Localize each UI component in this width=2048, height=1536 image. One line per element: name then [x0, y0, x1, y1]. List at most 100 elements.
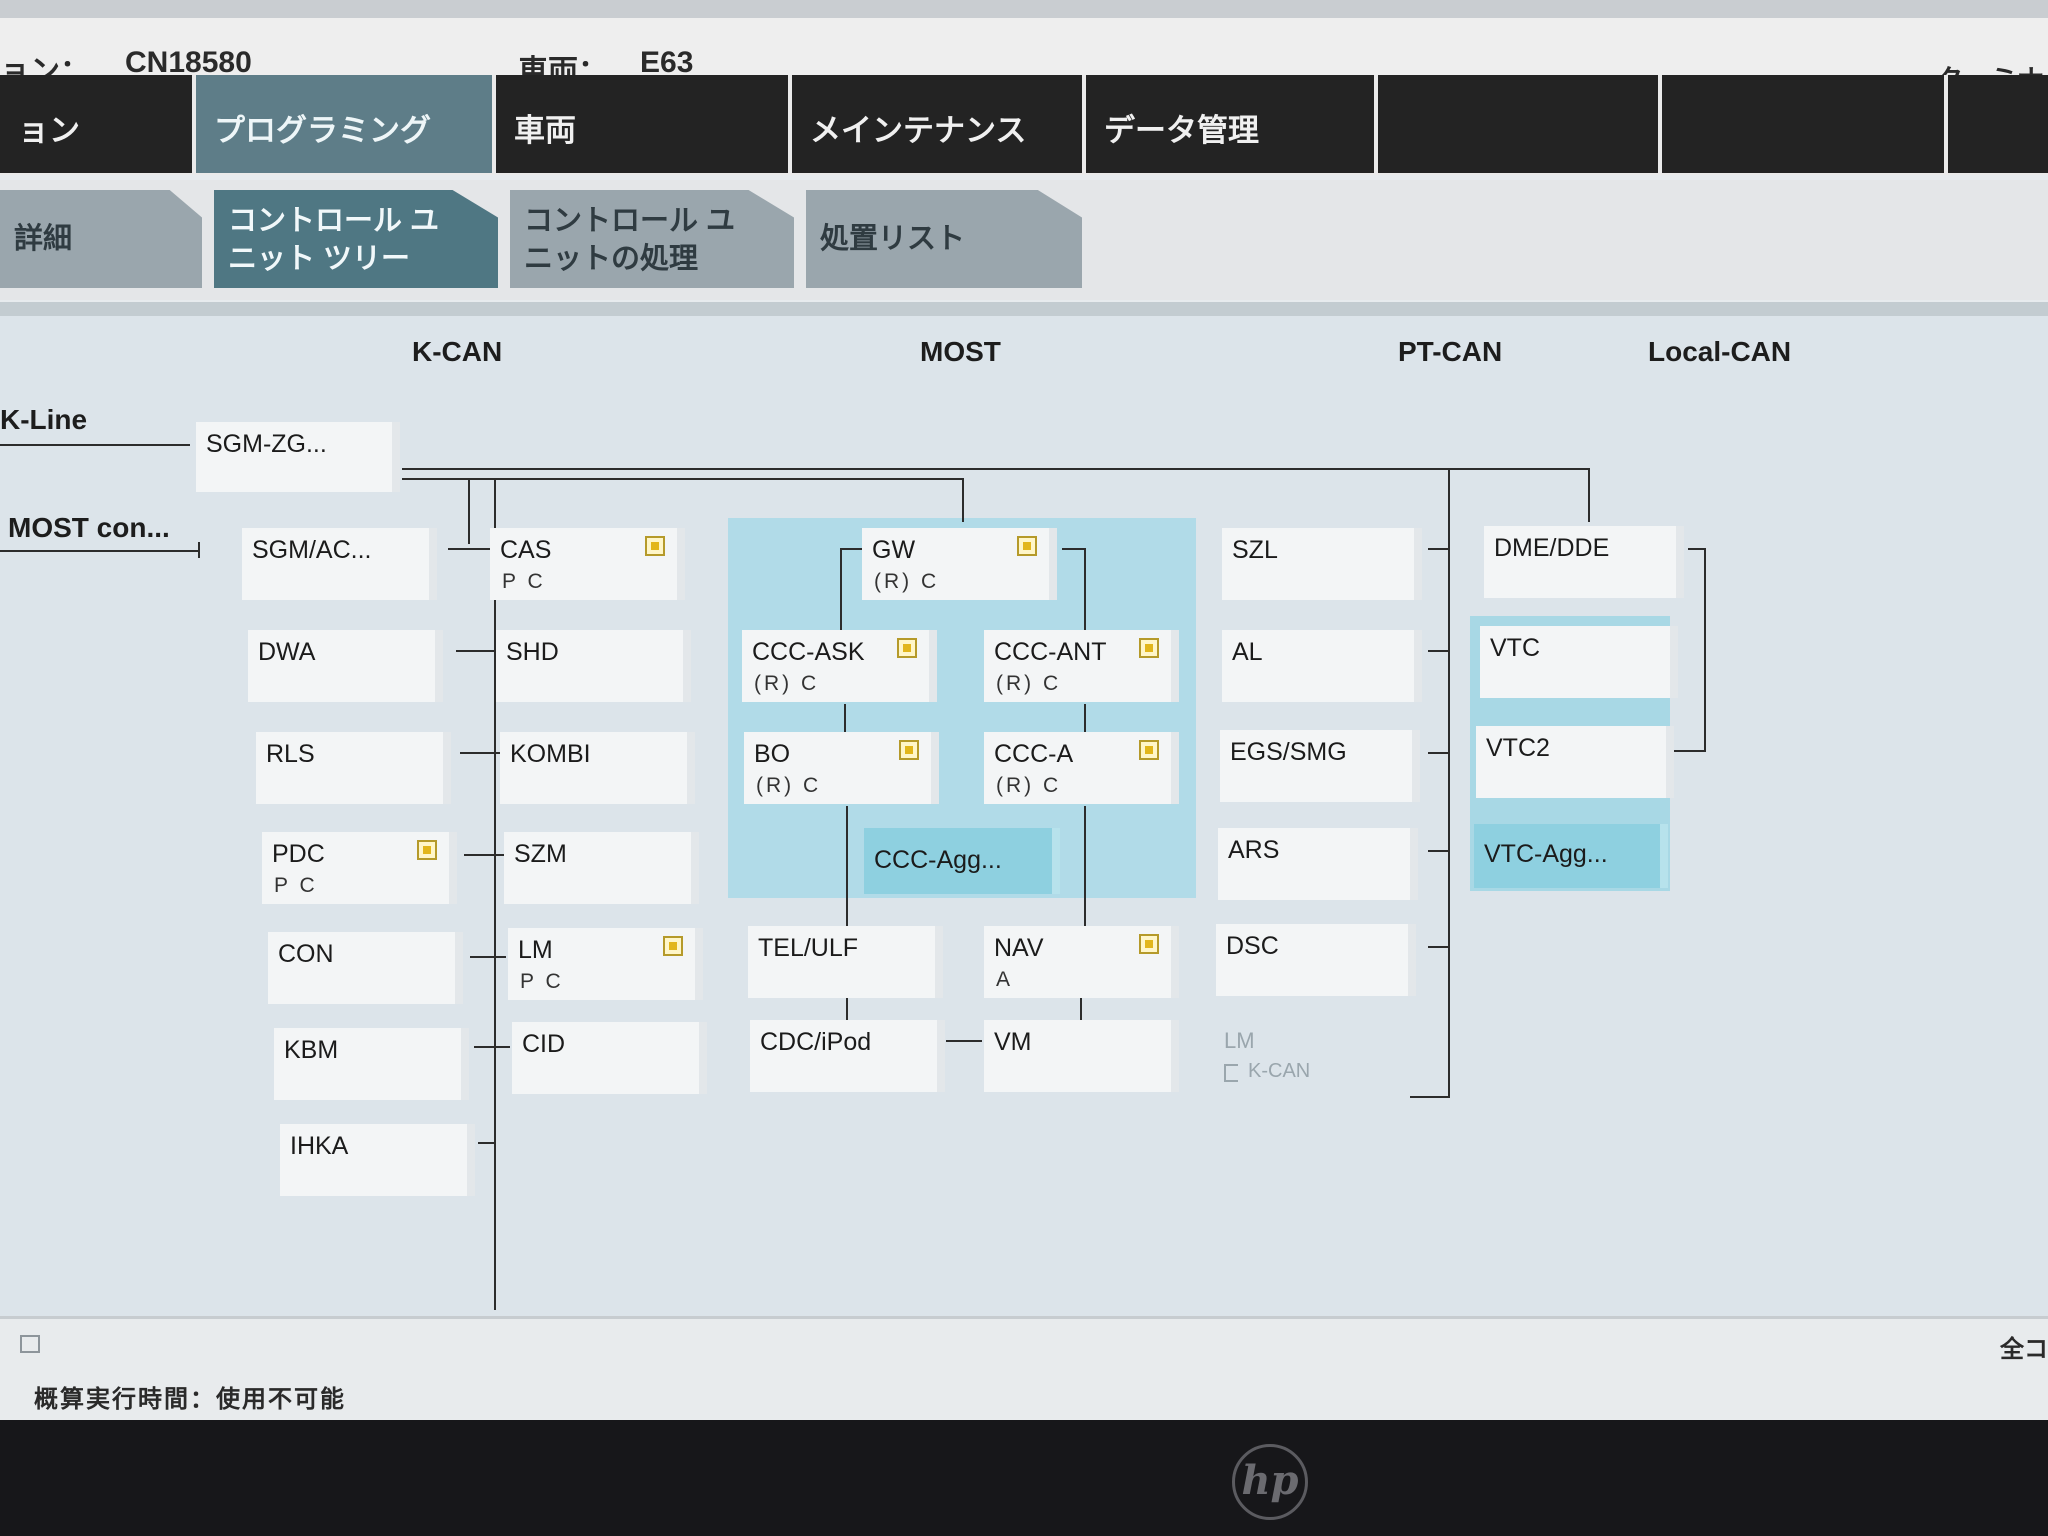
node-name: DWA — [258, 638, 316, 666]
node-kbm[interactable]: KBM — [274, 1028, 469, 1100]
pt-can-branch — [1428, 946, 1448, 948]
node-name: VTC — [1490, 634, 1540, 662]
subtab-control-unit-processing[interactable]: コントロール ユ ニットの処理 — [510, 190, 794, 288]
node-name: AL — [1232, 638, 1263, 666]
flag-icon — [417, 840, 437, 860]
menu-tab-session[interactable]: ョン — [0, 75, 192, 173]
k-can-branch — [456, 650, 500, 652]
node-vtc[interactable]: VTC — [1480, 626, 1678, 698]
most-ring-line — [946, 1040, 982, 1042]
node-ars[interactable]: ARS — [1218, 828, 1418, 900]
subtab-label: 処置リスト — [820, 223, 966, 255]
subtab-details[interactable]: 詳細 — [0, 190, 202, 288]
node-dwa[interactable]: DWA — [248, 630, 443, 702]
menu-tab-empty-1[interactable] — [1378, 75, 1658, 173]
bus-link-icon — [1224, 1064, 1238, 1082]
k-can-end — [478, 1142, 496, 1144]
most-ring-line — [840, 548, 842, 640]
node-cid[interactable]: CID — [512, 1022, 707, 1094]
node-cas[interactable]: CAS P C — [490, 528, 685, 600]
node-tel-ulf[interactable]: TEL/ULF — [748, 926, 943, 998]
k-line-connector — [0, 444, 190, 446]
menu-tab-vehicle[interactable]: 車両 — [496, 75, 788, 173]
node-nav[interactable]: NAV A — [984, 926, 1179, 998]
node-gw[interactable]: GW (R) C — [862, 528, 1057, 600]
node-bo[interactable]: BO (R) C — [744, 732, 939, 804]
node-ccc-agg[interactable]: CCC-Agg... — [864, 828, 1060, 894]
node-ihka[interactable]: IHKA — [280, 1124, 475, 1196]
node-status: (R) C — [756, 774, 822, 797]
menu-tab-data-management[interactable]: データ管理 — [1086, 75, 1374, 173]
node-name: SGM-ZG... — [206, 430, 327, 458]
flag-icon — [663, 936, 683, 956]
node-con[interactable]: CON — [268, 932, 463, 1004]
main-menu: ョン プログラミング 車両 メインテナンス データ管理 — [0, 75, 2048, 175]
k-line-label: K-Line — [0, 404, 88, 435]
node-vm[interactable]: VM — [984, 1020, 1179, 1092]
flag-icon — [899, 740, 919, 760]
node-name: CCC-A — [994, 740, 1074, 768]
menu-tab-maintenance[interactable]: メインテナンス — [792, 75, 1082, 173]
node-lm[interactable]: LM P C — [508, 928, 703, 1000]
screen: ョン： CN18580 車両： E63 ターミナ ョン プログラミング 車両 メ… — [0, 0, 2048, 1420]
subtab-control-unit-tree[interactable]: コントロール ユ ニット ツリー — [214, 190, 498, 288]
menu-tab-empty-2[interactable] — [1662, 75, 1944, 173]
bus-header-k-can: K-CAN — [412, 336, 503, 367]
node-shd[interactable]: SHD — [496, 630, 691, 702]
node-name: CCC-ASK — [752, 638, 865, 666]
node-name: NAV — [994, 934, 1044, 962]
all-codes-label[interactable]: 全コ — [2000, 1329, 2048, 1364]
node-pdc[interactable]: PDC P C — [262, 832, 457, 904]
node-lm-inactive[interactable]: LM K-CAN — [1214, 1020, 1414, 1092]
root-bus-line — [402, 468, 1590, 470]
node-name: GW — [872, 536, 916, 564]
node-name: EGS/SMG — [1230, 738, 1347, 766]
node-dme-dde[interactable]: DME/DDE — [1484, 526, 1684, 598]
node-dsc[interactable]: DSC — [1216, 924, 1416, 996]
menu-tab-label: ョン — [18, 113, 80, 148]
node-egs-smg[interactable]: EGS/SMG — [1220, 730, 1420, 802]
node-rls[interactable]: RLS — [256, 732, 451, 804]
node-name: IHKA — [290, 1132, 349, 1160]
flag-icon — [897, 638, 917, 658]
node-kombi[interactable]: KOMBI — [500, 732, 695, 804]
root-bus-line-most — [402, 478, 964, 480]
node-sgm-ac[interactable]: SGM/AC... — [242, 528, 437, 600]
k-can-backbone — [494, 480, 496, 1310]
node-sgm-zg[interactable]: SGM-ZG... — [196, 422, 400, 492]
node-ccc-a[interactable]: CCC-A (R) C — [984, 732, 1179, 804]
node-szl[interactable]: SZL — [1222, 528, 1422, 600]
node-szm[interactable]: SZM — [504, 832, 699, 904]
node-ccc-ask[interactable]: CCC-ASK (R) C — [742, 630, 937, 702]
node-name: RLS — [266, 740, 315, 768]
node-name: CDC/iPod — [760, 1028, 872, 1056]
node-status: P C — [502, 570, 546, 593]
k-can-branch — [460, 752, 500, 754]
node-name: TEL/ULF — [758, 934, 859, 962]
node-al[interactable]: AL — [1222, 630, 1422, 702]
hp-logo: hp — [1232, 1444, 1308, 1520]
node-vtc-agg[interactable]: VTC-Agg... — [1474, 824, 1668, 888]
node-name: VTC2 — [1486, 734, 1550, 762]
status-text: 概算実行時間：使用不可能 — [34, 1386, 346, 1413]
k-can-drop-line — [468, 478, 470, 544]
node-name: CCC-ANT — [994, 638, 1107, 666]
most-con-connector — [0, 550, 200, 552]
menu-tab-empty-3[interactable] — [1948, 75, 2048, 173]
node-name: VTC-Agg... — [1484, 840, 1608, 868]
menu-tab-programming[interactable]: プログラミング — [196, 75, 492, 173]
subtab-action-list[interactable]: 処置リスト — [806, 190, 1082, 288]
node-status: (R) C — [996, 774, 1062, 797]
node-status: P C — [274, 874, 318, 897]
node-name: BO — [754, 740, 791, 768]
flag-icon — [1139, 934, 1159, 954]
node-vtc2[interactable]: VTC2 — [1476, 726, 1674, 798]
node-ccc-ant[interactable]: CCC-ANT (R) C — [984, 630, 1179, 702]
most-ring-line — [1080, 996, 1082, 1020]
node-cdc-ipod[interactable]: CDC/iPod — [750, 1020, 945, 1092]
node-name: DME/DDE — [1494, 534, 1610, 562]
pt-can-branch — [1428, 752, 1448, 754]
pt-can-branch — [1428, 850, 1448, 852]
panel-toggle-icon[interactable] — [20, 1335, 40, 1353]
node-name: VM — [994, 1028, 1032, 1056]
